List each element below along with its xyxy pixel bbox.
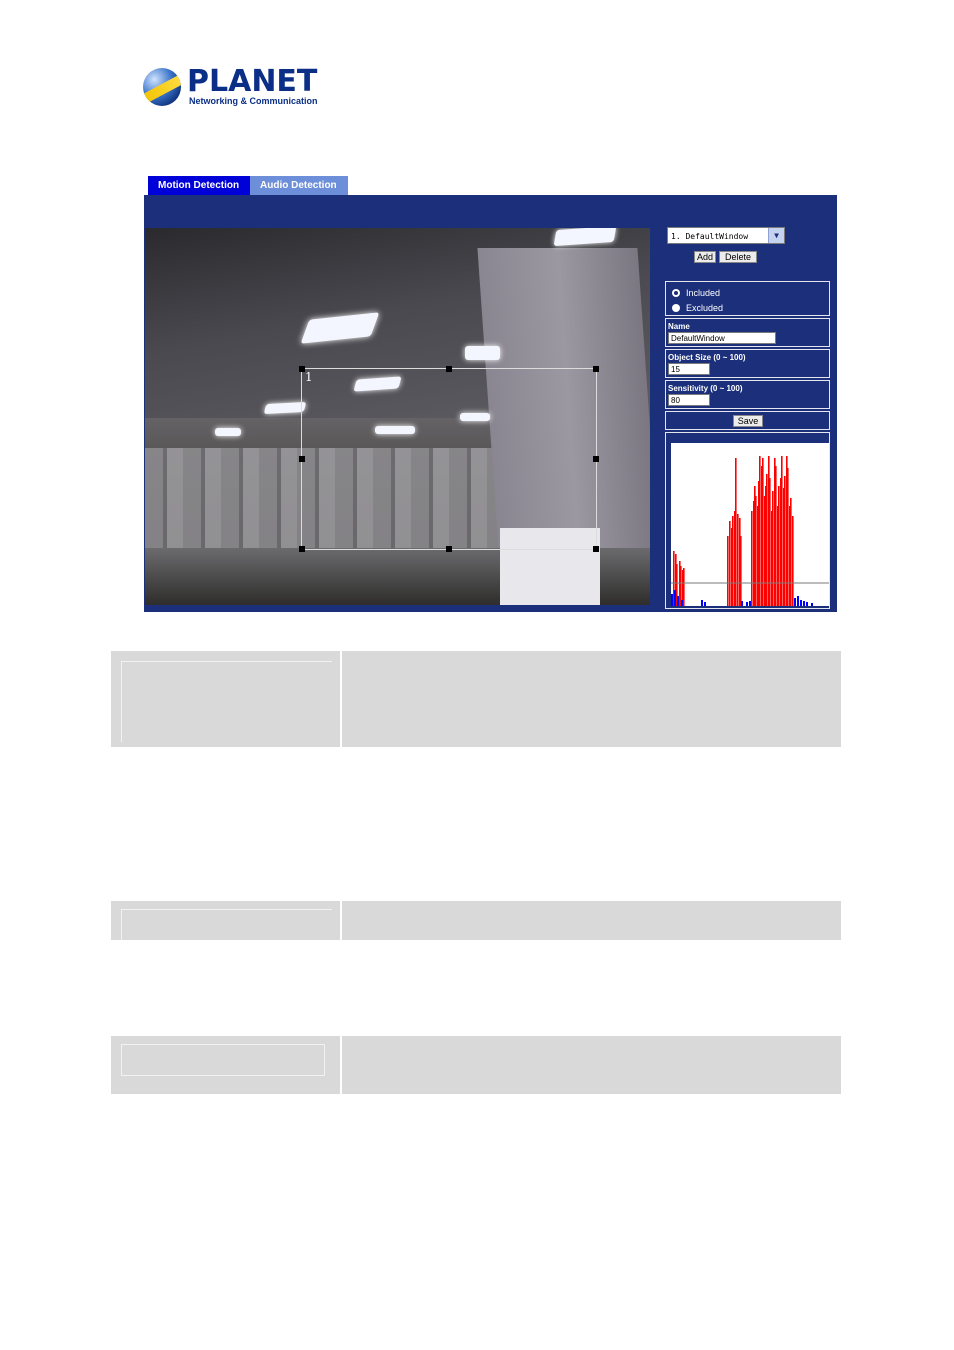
histogram-bar (704, 602, 706, 606)
column-divider (340, 901, 342, 940)
cell-frame (121, 909, 332, 940)
resize-handle-top[interactable] (446, 366, 452, 372)
name-label: Name (668, 322, 690, 331)
mode-group: Included Excluded (665, 281, 830, 316)
object-size-input[interactable]: 15 (668, 363, 710, 375)
info-table-row (111, 651, 841, 747)
histogram-bar (803, 601, 805, 606)
histogram-bar (775, 466, 777, 606)
delete-window-button[interactable]: Delete (719, 251, 757, 263)
column-divider (340, 1036, 342, 1094)
histogram-bar (778, 486, 780, 606)
histogram-bar (772, 491, 774, 606)
excluded-radio[interactable]: Excluded (666, 301, 829, 315)
window-select[interactable]: 1. DefaultWindow ▼ (667, 227, 785, 244)
region-number: 1 (305, 370, 313, 384)
save-button[interactable]: Save (733, 415, 763, 427)
sensitivity-group: Sensitivity (0 ~ 100) 80 (665, 380, 830, 409)
cell-frame (121, 661, 332, 742)
name-input[interactable]: DefaultWindow (668, 332, 776, 344)
excluded-label: Excluded (686, 303, 724, 313)
chevron-down-icon[interactable]: ▼ (768, 228, 784, 243)
radio-unchecked-icon (672, 304, 680, 312)
histogram-bar (755, 496, 757, 606)
resize-handle-top-right[interactable] (593, 366, 599, 372)
resize-handle-top-left[interactable] (299, 366, 305, 372)
resize-handle-left[interactable] (299, 456, 305, 462)
histogram-bar (677, 596, 679, 606)
object-size-group: Object Size (0 ~ 100) 15 (665, 349, 830, 378)
info-table-row (111, 901, 841, 940)
logo-brand: PLANET (187, 64, 318, 99)
histogram-bar (806, 602, 808, 606)
object-size-label: Object Size (0 ~ 100) (668, 353, 746, 362)
radio-checked-icon (672, 289, 680, 297)
histogram-bar (681, 600, 683, 606)
cell-frame (121, 1044, 325, 1076)
histogram-bar (749, 601, 751, 606)
ceiling-light (215, 428, 241, 436)
resize-handle-bottom-right[interactable] (593, 546, 599, 552)
camera-video-view[interactable]: 1 (145, 228, 650, 605)
histogram-bar (800, 600, 802, 606)
globe-icon (143, 68, 181, 106)
histogram-bar (737, 514, 739, 606)
info-table-row (111, 1036, 841, 1094)
tab-audio-detection[interactable]: Audio Detection (250, 176, 348, 195)
motion-detection-panel: 1 1. DefaultWindow ▼ Add Delete Included… (144, 195, 837, 612)
included-label: Included (686, 288, 721, 298)
motion-histogram (665, 432, 830, 609)
column-divider (340, 651, 342, 747)
sensitivity-label: Sensitivity (0 ~ 100) (668, 384, 743, 393)
included-radio[interactable]: Included (666, 286, 829, 300)
histogram-bar (671, 594, 673, 606)
name-group: Name DefaultWindow (665, 318, 830, 347)
histogram-bar (784, 476, 786, 606)
ceiling-light (465, 346, 500, 360)
histogram-bar (751, 511, 753, 606)
detection-window-region[interactable]: 1 (299, 366, 599, 552)
tab-motion-detection[interactable]: Motion Detection (148, 176, 250, 195)
planet-logo: PLANET Networking & Communication (143, 64, 318, 110)
histogram-bar (674, 590, 676, 606)
histogram-bar (732, 516, 734, 606)
resize-handle-bottom-left[interactable] (299, 546, 305, 552)
resize-handle-bottom[interactable] (446, 546, 452, 552)
histogram-bar (792, 516, 794, 606)
histogram-bar (766, 474, 768, 606)
logo-tagline: Networking & Communication (189, 96, 318, 106)
histogram-bar (797, 596, 799, 606)
histogram-bar (741, 601, 743, 606)
histogram-bar (740, 536, 742, 606)
histogram-bar (729, 521, 731, 606)
histogram-bar (787, 468, 789, 606)
window-select-value: 1. DefaultWindow (671, 232, 749, 241)
histogram-bar (746, 602, 748, 606)
histogram-chart (671, 443, 829, 606)
histogram-bar (811, 603, 813, 606)
histogram-bar (769, 478, 771, 606)
histogram-bar (727, 536, 729, 606)
histogram-bar (683, 568, 685, 606)
resize-handle-right[interactable] (593, 456, 599, 462)
sensitivity-input[interactable]: 80 (668, 394, 710, 406)
histogram-bar (762, 458, 764, 606)
detection-tabs: Motion Detection Audio Detection (148, 176, 348, 195)
histogram-bar (701, 600, 703, 606)
histogram-bar (790, 498, 792, 606)
histogram-bar (794, 598, 796, 606)
save-group: Save (665, 411, 830, 430)
histogram-background (671, 443, 829, 606)
add-window-button[interactable]: Add (694, 251, 716, 263)
histogram-bar (735, 458, 737, 606)
